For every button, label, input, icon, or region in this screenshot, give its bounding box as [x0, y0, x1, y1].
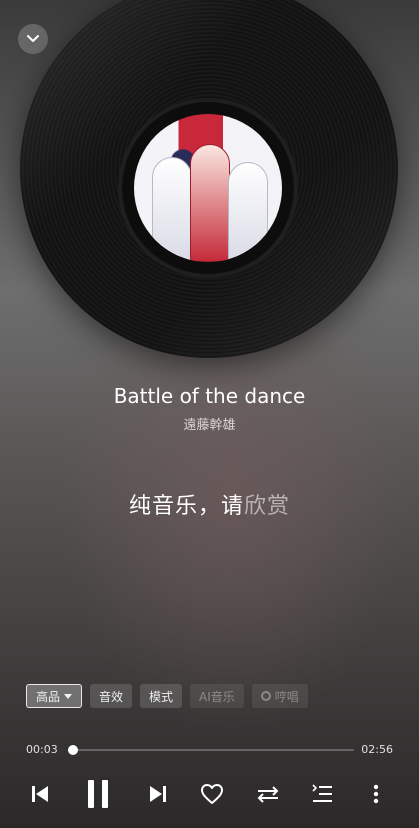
- pause-button[interactable]: [80, 776, 116, 812]
- current-time: 00:03: [26, 743, 58, 756]
- previous-icon: [32, 786, 48, 802]
- mode-chip[interactable]: 模式: [140, 684, 183, 708]
- sound-effect-label: 音效: [99, 689, 124, 704]
- sound-effect-chip[interactable]: 音效: [90, 684, 133, 708]
- like-button[interactable]: [194, 776, 230, 812]
- more-vertical-icon: [373, 784, 379, 804]
- next-button[interactable]: [140, 776, 176, 812]
- options-bar: 高品 音效 模式 AI音乐 哼唱: [26, 684, 308, 708]
- pause-icon: [88, 780, 108, 808]
- more-button[interactable]: [358, 776, 394, 812]
- artist-name[interactable]: 遠藤幹雄: [0, 414, 419, 433]
- microphone-icon: [260, 691, 271, 701]
- next-icon: [150, 786, 166, 802]
- hum-chip[interactable]: 哼唱: [251, 684, 308, 708]
- lyric-line: 纯音乐，请欣赏: [0, 488, 419, 520]
- mode-label: 模式: [149, 689, 174, 704]
- lyric-upcoming: 欣赏: [244, 494, 291, 519]
- caret-down-icon: [64, 693, 73, 699]
- playlist-icon: [312, 784, 332, 802]
- progress-thumb[interactable]: [67, 745, 78, 755]
- quality-label: 高品: [36, 689, 61, 704]
- previous-button[interactable]: [22, 776, 58, 812]
- heart-icon: [201, 784, 223, 804]
- ai-music-label: AI音乐: [199, 689, 235, 704]
- lyric-current: 纯音乐，请: [128, 494, 244, 519]
- ai-music-chip[interactable]: AI音乐: [190, 684, 244, 708]
- chevron-down-icon: [27, 35, 39, 42]
- progress-bar[interactable]: [67, 745, 354, 755]
- quality-chip[interactable]: 高品: [26, 684, 83, 708]
- playlist-button[interactable]: [304, 776, 340, 812]
- shuffle-icon: [257, 786, 279, 803]
- total-time: 02:56: [361, 743, 393, 756]
- playback-controls: [0, 776, 419, 812]
- album-art: [134, 114, 282, 262]
- song-title: Battle of the dance: [113, 384, 306, 408]
- shuffle-button[interactable]: [250, 776, 286, 812]
- collapse-button[interactable]: [18, 24, 48, 54]
- hum-label: 哼唱: [274, 689, 299, 704]
